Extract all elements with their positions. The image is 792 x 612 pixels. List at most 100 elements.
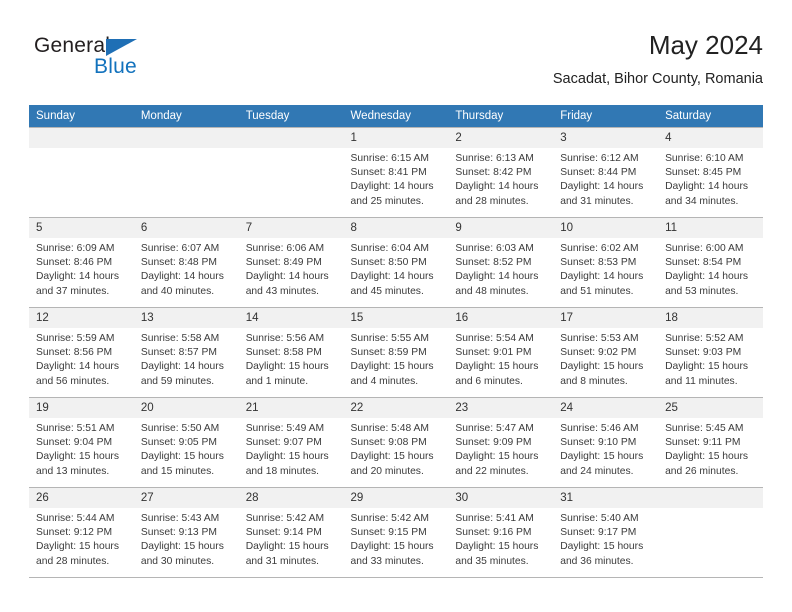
day-info: Sunrise: 5:51 AM Sunset: 9:04 PM Daylight:…: [29, 418, 134, 479]
sunset-text: Sunset: 9:09 PM: [455, 437, 532, 449]
day-number: 18: [658, 308, 763, 328]
calendar-day-cell[interactable]: 18 Sunrise: 5:52 AM Sunset: 9:03 PM Dayligh…: [658, 307, 763, 398]
daylight-text-line2: and 4 minutes.: [350, 375, 419, 387]
sunset-text: Sunset: 8:52 PM: [455, 257, 532, 269]
calendar-day-cell[interactable]: 30 Sunrise: 5:41 AM Sunset: 9:16 PM Dayligh…: [448, 487, 554, 578]
sunrise-text: Sunrise: 6:04 AM: [350, 243, 429, 254]
daylight-text-line2: and 6 minutes.: [455, 375, 523, 387]
day-info: Sunrise: 6:06 AM Sunset: 8:49 PM Daylight:…: [239, 238, 344, 299]
day-number: 12: [29, 308, 134, 328]
calendar-day-cell-empty: [29, 127, 134, 218]
calendar-day-cell[interactable]: 6 Sunrise: 6:07 AM Sunset: 8:48 PM Daylight…: [133, 217, 239, 308]
day-number: 23: [448, 398, 554, 418]
daylight-text-line1: Daylight: 15 hours: [455, 541, 539, 553]
sunset-text: Sunset: 8:41 PM: [350, 167, 427, 179]
day-info: Sunrise: 5:47 AM Sunset: 9:09 PM Daylight:…: [448, 418, 553, 479]
sunrise-text: Sunrise: 5:48 AM: [350, 423, 429, 434]
sunset-text: Sunset: 9:13 PM: [140, 527, 217, 539]
daylight-text-line2: and 18 minutes.: [245, 465, 319, 477]
sunrise-text: Sunrise: 5:54 AM: [455, 333, 534, 344]
daylight-text-line2: and 26 minutes.: [665, 465, 739, 477]
calendar-day-cell[interactable]: 31 Sunrise: 5:40 AM Sunset: 9:17 PM Dayligh…: [553, 487, 659, 578]
calendar-day-cell[interactable]: 10 Sunrise: 6:02 AM Sunset: 8:53 PM Dayligh…: [553, 217, 659, 308]
daylight-text-line2: and 25 minutes.: [350, 195, 424, 207]
day-info: Sunrise: 5:50 AM Sunset: 9:05 PM Daylight:…: [134, 418, 239, 479]
day-number: 2: [448, 128, 554, 148]
day-number: 27: [133, 488, 239, 508]
daylight-text-line2: and 51 minutes.: [560, 285, 634, 297]
brand-logo[interactable]: General Blue: [34, 34, 214, 90]
sunset-text: Sunset: 9:07 PM: [245, 437, 322, 449]
sunset-text: Sunset: 8:50 PM: [350, 257, 427, 269]
calendar-day-cell[interactable]: 19 Sunrise: 5:51 AM Sunset: 9:04 PM Dayligh…: [29, 397, 134, 488]
sunrise-text: Sunrise: 5:59 AM: [36, 333, 115, 344]
calendar-day-cell[interactable]: 3 Sunrise: 6:12 AM Sunset: 8:44 PM Daylight…: [553, 127, 659, 218]
calendar-day-cell[interactable]: 12 Sunrise: 5:59 AM Sunset: 8:56 PM Dayligh…: [29, 307, 134, 398]
daylight-text-line1: Daylight: 15 hours: [350, 361, 434, 373]
calendar-day-cell[interactable]: 14 Sunrise: 5:56 AM Sunset: 8:58 PM Dayligh…: [238, 307, 344, 398]
day-number: 8: [343, 218, 449, 238]
calendar-day-cell[interactable]: 4 Sunrise: 6:10 AM Sunset: 8:45 PM Daylight…: [658, 127, 763, 218]
sunrise-text: Sunrise: 5:56 AM: [245, 333, 325, 344]
calendar-day-cell[interactable]: 22 Sunrise: 5:48 AM Sunset: 9:08 PM Dayligh…: [343, 397, 449, 488]
calendar-day-cell[interactable]: 8 Sunrise: 6:04 AM Sunset: 8:50 PM Daylight…: [343, 217, 449, 308]
calendar-day-cell[interactable]: 7 Sunrise: 6:06 AM Sunset: 8:49 PM Daylight…: [238, 217, 344, 308]
weekday-header-saturday: Saturday: [658, 105, 763, 128]
sunset-text: Sunset: 9:03 PM: [665, 347, 742, 359]
calendar-day-cell[interactable]: 28 Sunrise: 5:42 AM Sunset: 9:14 PM Dayligh…: [238, 487, 344, 578]
daylight-text-line1: Daylight: 14 hours: [350, 181, 434, 193]
daylight-text-line1: Daylight: 14 hours: [455, 181, 539, 193]
daylight-text-line2: and 31 minutes.: [245, 555, 319, 567]
sunrise-text: Sunrise: 5:50 AM: [140, 423, 220, 434]
day-info: Sunrise: 6:07 AM Sunset: 8:48 PM Daylight:…: [134, 238, 239, 299]
calendar-day-cell[interactable]: 23 Sunrise: 5:47 AM Sunset: 9:09 PM Dayligh…: [448, 397, 554, 488]
page-title: May 2024: [648, 30, 763, 60]
sunset-text: Sunset: 9:14 PM: [245, 527, 322, 539]
day-number: 4: [658, 128, 763, 148]
day-info: Sunrise: 5:53 AM Sunset: 9:02 PM Daylight:…: [553, 328, 658, 389]
calendar-day-cell[interactable]: 24 Sunrise: 5:46 AM Sunset: 9:10 PM Dayligh…: [553, 397, 659, 488]
calendar-day-cell[interactable]: 15 Sunrise: 5:55 AM Sunset: 8:59 PM Dayligh…: [343, 307, 449, 398]
calendar-day-cell[interactable]: 1 Sunrise: 6:15 AM Sunset: 8:41 PM Daylight…: [343, 127, 449, 218]
sunrise-text: Sunrise: 5:42 AM: [245, 513, 325, 524]
calendar-week-row: 5 Sunrise: 6:09 AM Sunset: 8:46 PM Daylight…: [29, 217, 763, 308]
day-number: 21: [238, 398, 344, 418]
day-number: 28: [238, 488, 344, 508]
sunset-text: Sunset: 8:42 PM: [455, 167, 532, 179]
calendar-day-cell[interactable]: 13 Sunrise: 5:58 AM Sunset: 8:57 PM Dayligh…: [133, 307, 239, 398]
daylight-text-line1: Daylight: 15 hours: [560, 541, 644, 553]
day-info: Sunrise: 5:45 AM Sunset: 9:11 PM Daylight:…: [658, 418, 763, 479]
calendar-day-cell[interactable]: 27 Sunrise: 5:43 AM Sunset: 9:13 PM Dayligh…: [133, 487, 239, 578]
sunrise-text: Sunrise: 6:06 AM: [245, 243, 325, 254]
sunrise-text: Sunrise: 5:42 AM: [350, 513, 429, 524]
calendar-day-cell[interactable]: 16 Sunrise: 5:54 AM Sunset: 9:01 PM Dayligh…: [448, 307, 554, 398]
sunset-text: Sunset: 9:01 PM: [455, 347, 532, 359]
sunrise-text: Sunrise: 5:47 AM: [455, 423, 534, 434]
daylight-text-line2: and 43 minutes.: [245, 285, 319, 297]
sunrise-text: Sunrise: 6:02 AM: [560, 243, 639, 254]
sunset-text: Sunset: 8:46 PM: [36, 257, 113, 269]
daylight-text-line2: and 36 minutes.: [560, 555, 634, 567]
calendar-day-cell[interactable]: 25 Sunrise: 5:45 AM Sunset: 9:11 PM Dayligh…: [658, 397, 763, 488]
calendar-day-cell[interactable]: 20 Sunrise: 5:50 AM Sunset: 9:05 PM Dayligh…: [133, 397, 239, 488]
daylight-text-line1: Daylight: 14 hours: [560, 271, 644, 283]
calendar-day-cell[interactable]: 26 Sunrise: 5:44 AM Sunset: 9:12 PM Dayligh…: [29, 487, 134, 578]
sunset-text: Sunset: 8:54 PM: [665, 257, 742, 269]
daylight-text-line1: Daylight: 14 hours: [245, 271, 329, 283]
brand-name-blue: Blue: [94, 55, 137, 78]
calendar-day-cell[interactable]: 9 Sunrise: 6:03 AM Sunset: 8:52 PM Daylight…: [448, 217, 554, 308]
weekday-header-friday: Friday: [553, 105, 659, 128]
calendar-day-cell[interactable]: 17 Sunrise: 5:53 AM Sunset: 9:02 PM Dayligh…: [553, 307, 659, 398]
calendar-body: 1 Sunrise: 6:15 AM Sunset: 8:41 PM Daylight…: [29, 127, 763, 578]
daylight-text-line1: Daylight: 14 hours: [36, 361, 119, 373]
day-info: Sunrise: 6:04 AM Sunset: 8:50 PM Daylight:…: [344, 238, 449, 299]
calendar-day-cell[interactable]: 29 Sunrise: 5:42 AM Sunset: 9:15 PM Dayligh…: [343, 487, 449, 578]
calendar-day-cell[interactable]: 5 Sunrise: 6:09 AM Sunset: 8:46 PM Daylight…: [29, 217, 134, 308]
daylight-text-line1: Daylight: 15 hours: [665, 451, 749, 463]
day-number: 22: [343, 398, 449, 418]
calendar-day-cell[interactable]: 21 Sunrise: 5:49 AM Sunset: 9:07 PM Dayligh…: [238, 397, 344, 488]
sunset-text: Sunset: 8:53 PM: [560, 257, 637, 269]
calendar-day-cell[interactable]: 2 Sunrise: 6:13 AM Sunset: 8:42 PM Daylight…: [448, 127, 554, 218]
calendar-day-cell[interactable]: 11 Sunrise: 6:00 AM Sunset: 8:54 PM Dayligh…: [658, 217, 763, 308]
daylight-text-line2: and 56 minutes.: [36, 375, 110, 387]
